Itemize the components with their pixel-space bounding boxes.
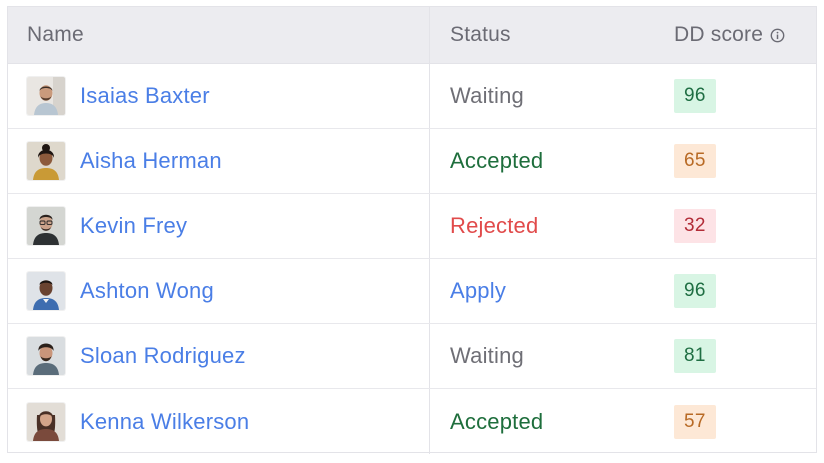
status-text[interactable]: Apply xyxy=(450,278,506,304)
status-text: Rejected xyxy=(450,213,539,238)
candidate-name-link[interactable]: Ashton Wong xyxy=(80,278,214,304)
score-cell: 81 xyxy=(674,324,816,388)
status-text: Waiting xyxy=(450,343,524,368)
table-row[interactable]: Sloan Rodriguez Waiting 81 xyxy=(8,324,816,389)
column-header-name[interactable]: Name xyxy=(8,7,430,63)
avatar-man-glasses-icon xyxy=(27,207,65,245)
table-header: Name Status DD score xyxy=(8,7,816,64)
table-row[interactable]: Kenna Wilkerson Accepted 57 xyxy=(8,389,816,454)
status-cell: Waiting xyxy=(430,64,674,128)
avatar-woman-icon xyxy=(27,142,65,180)
status-text: Waiting xyxy=(450,83,524,108)
score-cell: 96 xyxy=(674,259,816,323)
candidate-name-link[interactable]: Sloan Rodriguez xyxy=(80,343,246,369)
column-header-score[interactable]: DD score xyxy=(674,7,816,63)
candidate-name-link[interactable]: Aisha Herman xyxy=(80,148,222,174)
score-badge: 32 xyxy=(674,209,716,243)
avatar-man-icon xyxy=(27,272,65,310)
score-badge: 81 xyxy=(674,339,716,373)
status-cell: Rejected xyxy=(430,194,674,258)
column-header-status[interactable]: Status xyxy=(430,7,674,63)
score-cell: 65 xyxy=(674,129,816,193)
column-header-score-label: DD score xyxy=(674,23,764,46)
candidates-table: Name Status DD score Isaias Baxter Waitin… xyxy=(7,6,817,454)
candidate-name-link[interactable]: Isaias Baxter xyxy=(80,83,210,109)
score-cell: 96 xyxy=(674,64,816,128)
name-cell: Kenna Wilkerson xyxy=(8,389,430,454)
score-badge: 57 xyxy=(674,404,716,439)
table-row[interactable]: Isaias Baxter Waiting 96 xyxy=(8,64,816,129)
candidate-name-link[interactable]: Kevin Frey xyxy=(80,213,187,239)
score-badge: 96 xyxy=(674,79,716,113)
status-text: Accepted xyxy=(450,408,544,434)
table-row[interactable]: Aisha Herman Accepted 65 xyxy=(8,129,816,194)
name-cell: Sloan Rodriguez xyxy=(8,324,430,388)
table-row[interactable]: Ashton Wong Apply 96 xyxy=(8,259,816,324)
status-cell: Accepted xyxy=(430,389,674,454)
status-cell: Accepted xyxy=(430,129,674,193)
name-cell: Aisha Herman xyxy=(8,129,430,193)
name-cell: Isaias Baxter xyxy=(8,64,430,128)
info-icon[interactable] xyxy=(770,28,785,43)
score-cell: 57 xyxy=(674,389,816,454)
name-cell: Kevin Frey xyxy=(8,194,430,258)
status-cell: Waiting xyxy=(430,324,674,388)
table-row[interactable]: Kevin Frey Rejected 32 xyxy=(8,194,816,259)
avatar-woman-icon xyxy=(27,402,65,441)
name-cell: Ashton Wong xyxy=(8,259,430,323)
column-header-status-label: Status xyxy=(450,23,511,46)
status-text: Accepted xyxy=(450,148,544,173)
avatar-man-icon xyxy=(27,337,65,375)
score-cell: 32 xyxy=(674,194,816,258)
score-badge: 65 xyxy=(674,144,716,178)
candidate-name-link[interactable]: Kenna Wilkerson xyxy=(80,409,249,435)
status-cell: Apply xyxy=(430,259,674,323)
score-badge: 96 xyxy=(674,274,716,308)
column-header-name-label: Name xyxy=(27,23,84,46)
avatar-man-beard-icon xyxy=(27,77,65,115)
